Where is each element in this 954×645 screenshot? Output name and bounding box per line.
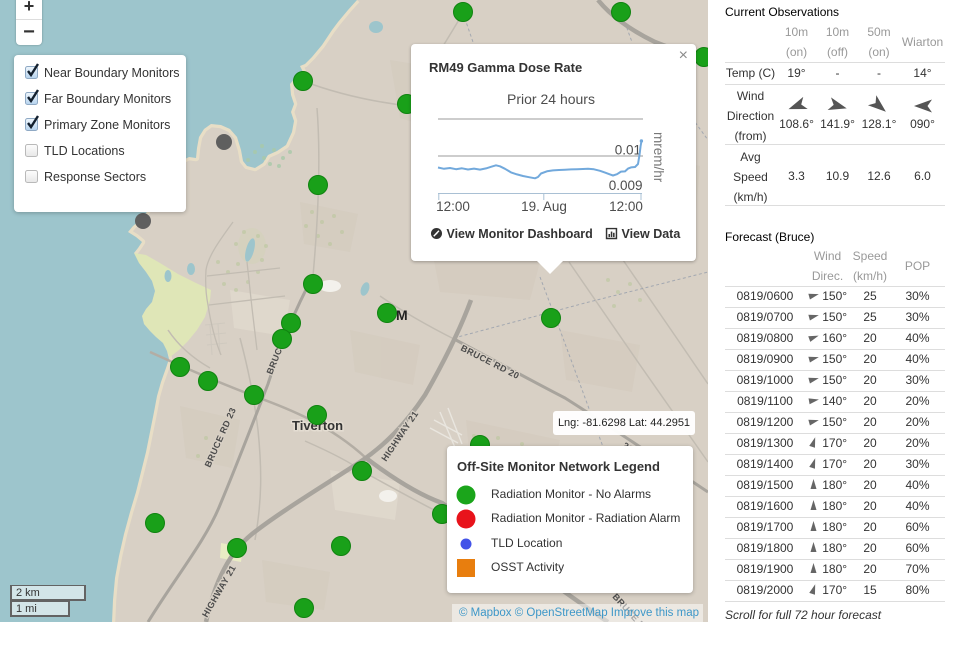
- svg-text:HIGHWAY 21: HIGHWAY 21: [200, 563, 238, 619]
- svg-text:12:00: 12:00: [436, 199, 470, 214]
- svg-text:Prior 24 hours: Prior 24 hours: [507, 91, 595, 107]
- svg-text:M: M: [396, 307, 408, 323]
- svg-text:mrem/hr: mrem/hr: [651, 132, 666, 183]
- svg-text:HIGHWAY 21: HIGHWAY 21: [379, 409, 420, 463]
- svg-text:0.009: 0.009: [609, 178, 643, 193]
- svg-text:12:00: 12:00: [609, 199, 643, 214]
- svg-text:0.01: 0.01: [615, 143, 641, 158]
- svg-text:19. Aug: 19. Aug: [521, 199, 567, 214]
- svg-text:BRUCE RD 20: BRUCE RD 20: [459, 343, 521, 381]
